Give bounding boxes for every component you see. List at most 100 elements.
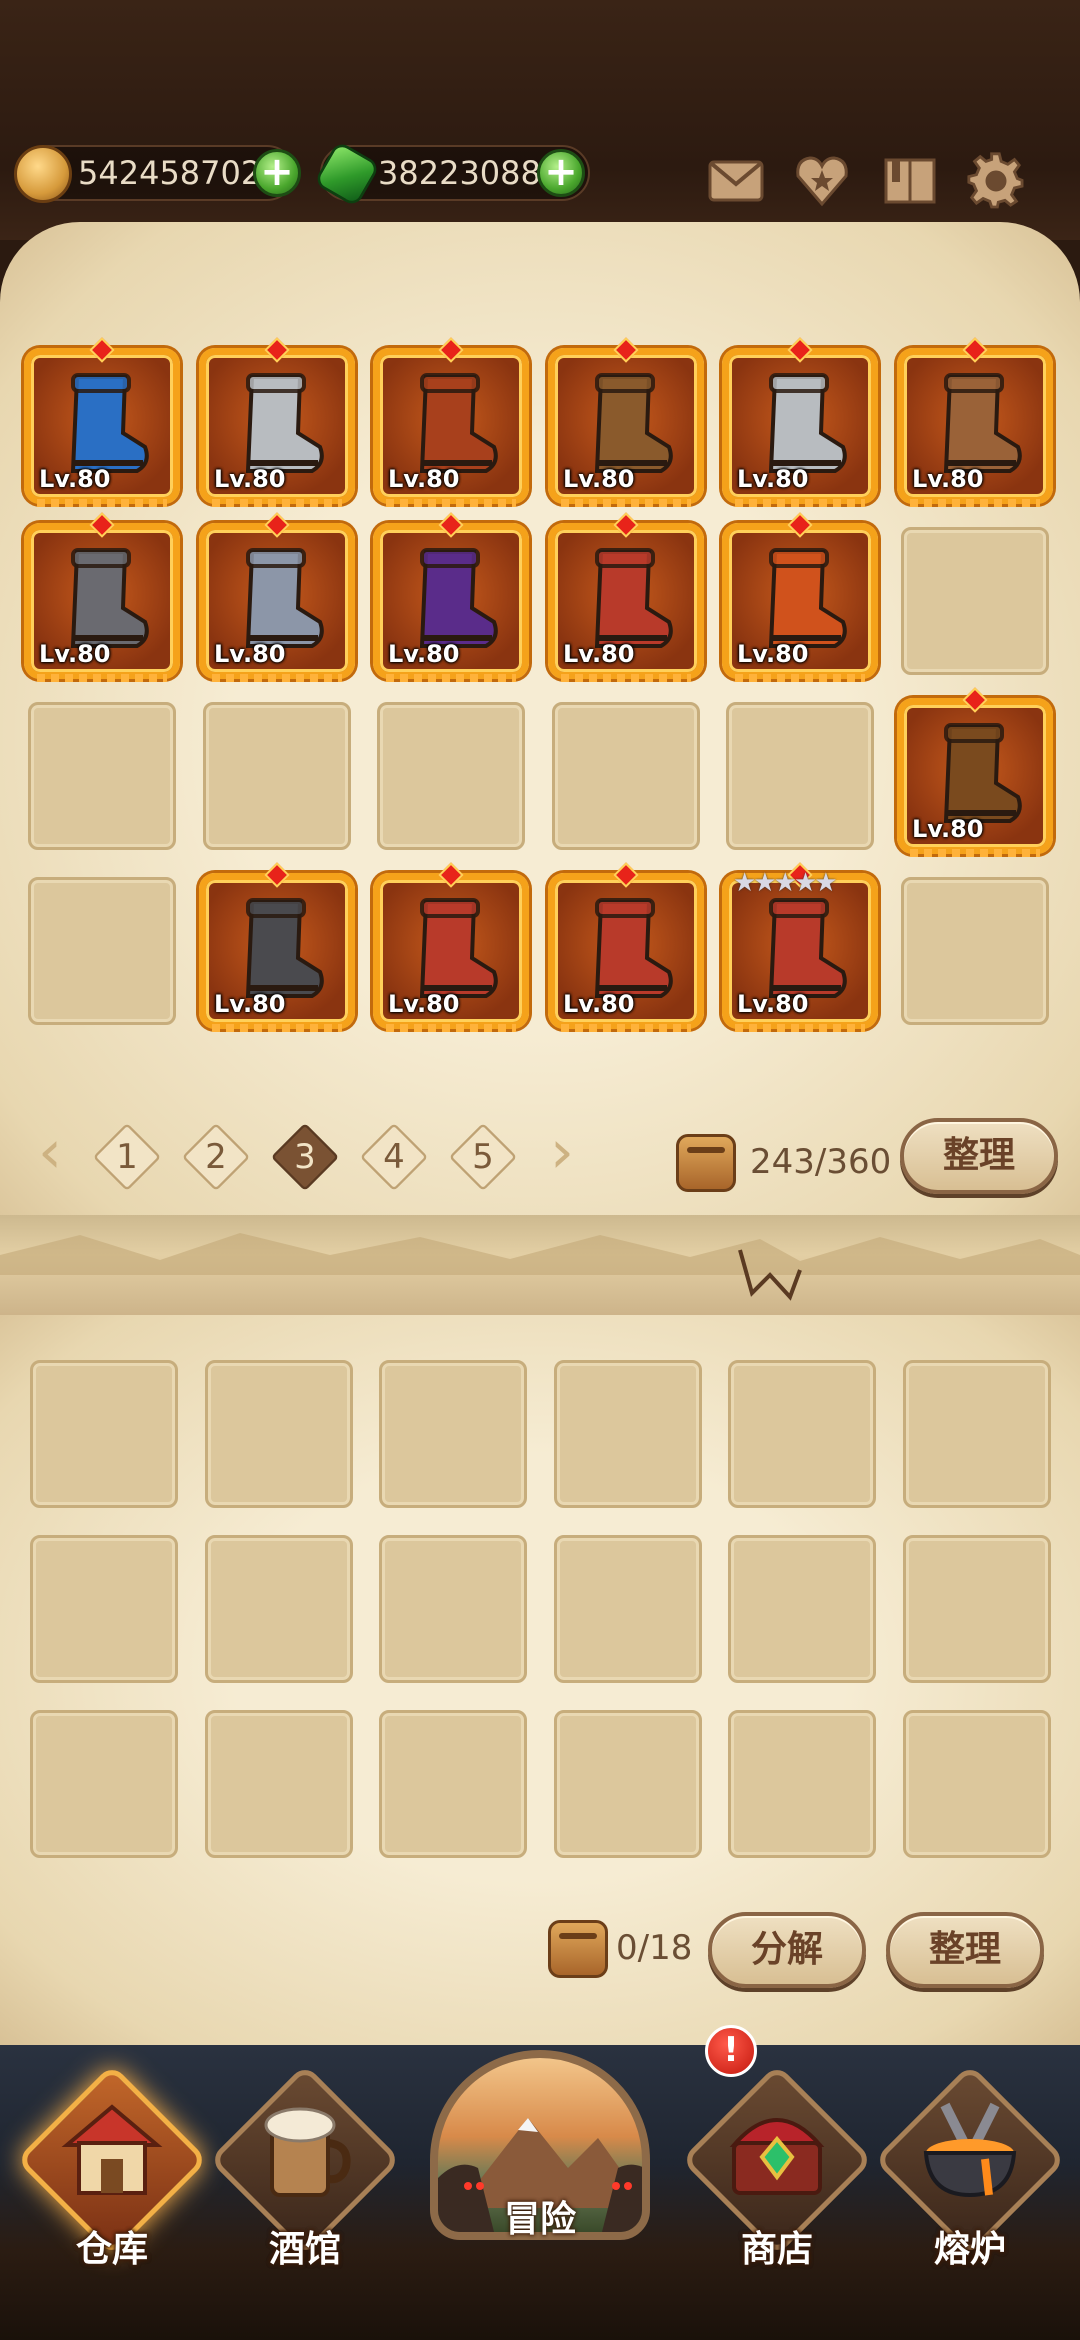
item-level: Lv.80 (912, 815, 984, 843)
page-1-button[interactable]: 1 (92, 1122, 162, 1192)
item-frame-trim (735, 499, 865, 507)
favorite-icon[interactable] (792, 150, 852, 210)
iron-boot-icon (245, 548, 324, 648)
steel-boot-icon (245, 373, 324, 473)
empty-slot[interactable] (901, 877, 1049, 1025)
prev-page-arrow[interactable]: ‹ (28, 1122, 72, 1188)
armored-boot-icon (594, 548, 673, 648)
equipment-item[interactable]: Lv.80 (199, 862, 355, 1032)
item-level: Lv.80 (388, 465, 460, 493)
salvage-slot[interactable] (379, 1535, 527, 1683)
salvage-slot[interactable] (554, 1535, 702, 1683)
salvage-slot[interactable] (728, 1710, 876, 1858)
item-frame-trim (735, 674, 865, 682)
salvage-slot[interactable] (903, 1360, 1051, 1508)
equipment-item[interactable]: Lv.80 (199, 512, 355, 682)
item-frame-trim (386, 499, 516, 507)
salvage-slot[interactable] (205, 1360, 353, 1508)
item-frame-trim (561, 674, 691, 682)
item-frame-trim (910, 499, 1040, 507)
equipment-item[interactable]: Lv.80 (722, 512, 878, 682)
equipment-item[interactable]: Lv.80 (897, 337, 1053, 507)
empty-slot[interactable] (203, 702, 351, 850)
salvage-slot[interactable] (30, 1710, 178, 1858)
item-frame-trim (386, 1024, 516, 1032)
salvage-slot[interactable] (30, 1360, 178, 1508)
equipment-item[interactable]: Lv.80 (897, 687, 1053, 857)
add-coins-button[interactable]: + (253, 149, 301, 197)
item-frame-trim (212, 1024, 342, 1032)
empty-slot[interactable] (726, 702, 874, 850)
salvage-slot[interactable] (379, 1710, 527, 1858)
nav-warehouse[interactable]: 仓库 (12, 2055, 212, 2295)
equipment-item[interactable]: Lv.80 (373, 512, 529, 682)
decompose-button[interactable]: 分解 (708, 1912, 866, 1988)
empty-slot[interactable] (552, 702, 700, 850)
beer-mug-icon (264, 2107, 351, 2197)
star-rating: ★★★★★ (733, 868, 838, 898)
salvage-bag-icon (548, 1920, 608, 1978)
book-icon[interactable] (880, 150, 940, 210)
equipment-item[interactable]: Lv.80 (24, 337, 180, 507)
equipment-item[interactable]: Lv.80 (24, 512, 180, 682)
next-page-arrow[interactable]: › (540, 1122, 584, 1188)
salvage-slot[interactable] (205, 1710, 353, 1858)
sort-salvage-button[interactable]: 整理 (886, 1912, 1044, 1988)
empty-slot[interactable] (901, 527, 1049, 675)
salvage-slot[interactable] (379, 1360, 527, 1508)
page-2-label: 2 (205, 1137, 227, 1177)
nav-adventure[interactable]: 冒险 (415, 2030, 665, 2260)
nav-tavern[interactable]: 酒馆 (205, 2055, 405, 2295)
purple-boot-icon (419, 548, 498, 648)
equipment-item[interactable]: Lv.80 (548, 862, 704, 1032)
nav-shop-label: 商店 (740, 2229, 813, 2270)
item-level: Lv.80 (388, 640, 460, 668)
salvage-slot[interactable] (554, 1710, 702, 1858)
gear-icon[interactable] (966, 150, 1026, 210)
coin-amount: 542458702 (78, 154, 262, 192)
warehouse-icon (61, 2104, 163, 2195)
item-level: Lv.80 (737, 465, 809, 493)
armored-boot-icon (768, 898, 847, 998)
leather-boot-icon (943, 723, 1022, 823)
armored-boot-icon (594, 898, 673, 998)
nav-adventure-label: 冒险 (503, 2199, 576, 2240)
salvage-slot[interactable] (903, 1535, 1051, 1683)
page-3-button[interactable]: 3 (270, 1122, 340, 1192)
inventory-bag-icon (676, 1134, 736, 1192)
shop-alert-badge: ! (705, 2025, 757, 2077)
inventory-capacity: 243/360 (750, 1142, 892, 1182)
equipment-item[interactable]: Lv.80 ★★★★★ (722, 862, 878, 1032)
add-gems-button[interactable]: + (537, 149, 585, 197)
salvage-slot[interactable] (728, 1535, 876, 1683)
page-4-button[interactable]: 4 (359, 1122, 429, 1192)
equipment-item[interactable]: Lv.80 (548, 512, 704, 682)
page-2-button[interactable]: 2 (181, 1122, 251, 1192)
dark-boot-icon (245, 898, 324, 998)
forge-cauldron-icon (923, 2102, 1017, 2198)
empty-slot[interactable] (377, 702, 525, 850)
equipment-item[interactable]: Lv.80 (722, 337, 878, 507)
item-frame-trim (561, 1024, 691, 1032)
nav-shop[interactable]: 商店 (677, 2055, 877, 2295)
equipment-item[interactable]: Lv.80 (199, 337, 355, 507)
salvage-slot[interactable] (903, 1710, 1051, 1858)
salvage-slot[interactable] (30, 1535, 178, 1683)
equipment-item[interactable]: Lv.80 (373, 337, 529, 507)
equipment-item[interactable]: Lv.80 (373, 862, 529, 1032)
salvage-slot[interactable] (554, 1360, 702, 1508)
item-level: Lv.80 (563, 465, 635, 493)
brown-boot-icon (594, 373, 673, 473)
nav-forge[interactable]: 熔炉 (870, 2055, 1070, 2295)
sort-inventory-button[interactable]: 整理 (900, 1118, 1058, 1194)
salvage-slot[interactable] (728, 1360, 876, 1508)
mail-icon[interactable] (706, 150, 766, 210)
empty-slot[interactable] (28, 877, 176, 1025)
item-level: Lv.80 (214, 640, 286, 668)
page-5-button[interactable]: 5 (448, 1122, 518, 1192)
item-level: Lv.80 (214, 990, 286, 1018)
gem-icon (313, 140, 381, 208)
empty-slot[interactable] (28, 702, 176, 850)
salvage-slot[interactable] (205, 1535, 353, 1683)
equipment-item[interactable]: Lv.80 (548, 337, 704, 507)
